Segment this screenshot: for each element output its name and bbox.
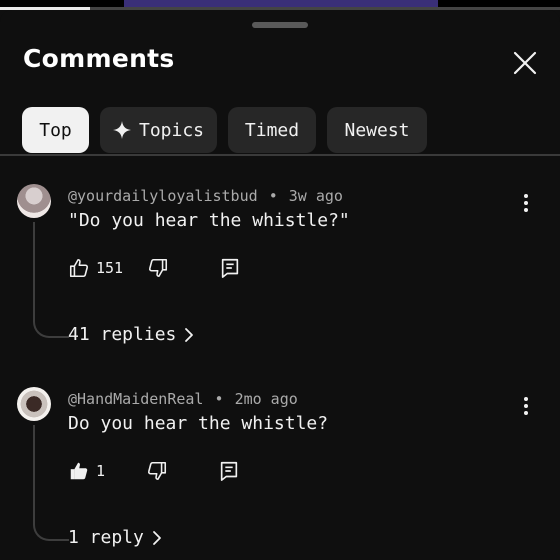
more-options-button[interactable] (520, 395, 532, 417)
more-options-button[interactable] (520, 192, 532, 214)
thumbs-up-icon (70, 462, 88, 480)
reply-thread-line (33, 425, 69, 541)
chevron-right-icon (152, 530, 161, 545)
more-dot (524, 404, 528, 408)
comment-actions: 151 (68, 254, 241, 282)
reply-icon (220, 461, 238, 481)
chip-timed-label: Timed (244, 119, 300, 141)
comment-text: Do you hear the whistle? (68, 413, 329, 434)
thumbs-down-icon (149, 258, 168, 278)
chevron-right-icon (185, 327, 194, 342)
reply-button[interactable] (218, 460, 240, 482)
comment-author[interactable]: @yourdailyloyalistbud (68, 187, 258, 205)
meta-separator: • (214, 390, 224, 408)
reply-icon (221, 258, 239, 278)
comment-author[interactable]: @HandMaidenReal (68, 390, 203, 408)
chip-top-label: Top (39, 119, 72, 141)
reply-thread-line (33, 222, 69, 338)
close-icon (513, 51, 537, 75)
section-divider (0, 154, 560, 156)
more-vertical-icon (524, 397, 528, 401)
chip-top[interactable]: Top (22, 107, 89, 153)
avatar[interactable] (17, 184, 51, 218)
close-button[interactable] (512, 50, 538, 76)
like-button[interactable]: 1 (68, 460, 105, 482)
more-vertical-icon (524, 194, 528, 198)
chip-newest[interactable]: Newest (327, 107, 427, 153)
dislike-button[interactable] (147, 257, 169, 279)
view-replies-button[interactable]: 1 reply (68, 527, 164, 548)
comment-meta: @yourdailyloyalistbud • 3w ago (68, 187, 343, 205)
meta-separator: • (268, 187, 278, 205)
comment-meta: @HandMaidenReal • 2mo ago (68, 390, 298, 408)
chip-topics-label: Topics (138, 119, 205, 141)
video-preview-strip (0, 0, 560, 10)
like-count: 1 (96, 462, 106, 480)
thumbs-up-icon (69, 258, 89, 278)
dislike-button[interactable] (146, 460, 168, 482)
chip-timed[interactable]: Timed (228, 107, 316, 153)
chip-newest-label: Newest (344, 119, 410, 141)
replies-count: 41 replies (68, 324, 177, 345)
reply-button[interactable] (219, 257, 241, 279)
panel-title: Comments (23, 44, 175, 73)
like-button[interactable]: 151 (68, 257, 123, 279)
more-dot (524, 201, 528, 205)
thumbs-down-icon (148, 461, 167, 481)
view-replies-button[interactable]: 41 replies (68, 324, 196, 345)
more-dot (524, 411, 528, 415)
sparkle-icon (112, 121, 131, 139)
drag-handle[interactable] (252, 22, 308, 28)
avatar[interactable] (17, 387, 51, 421)
replies-count: 1 reply (68, 527, 144, 548)
comment-actions: 1 (68, 457, 240, 485)
comment-age: 2mo ago (234, 390, 298, 408)
chip-topics[interactable]: Topics (100, 107, 217, 153)
comment-text: "Do you hear the whistle?" (68, 210, 350, 231)
more-dot (524, 208, 528, 212)
comment-age: 3w ago (288, 187, 343, 205)
like-count: 151 (96, 259, 124, 277)
filter-chips: Top Topics Timed Newest (22, 107, 427, 153)
